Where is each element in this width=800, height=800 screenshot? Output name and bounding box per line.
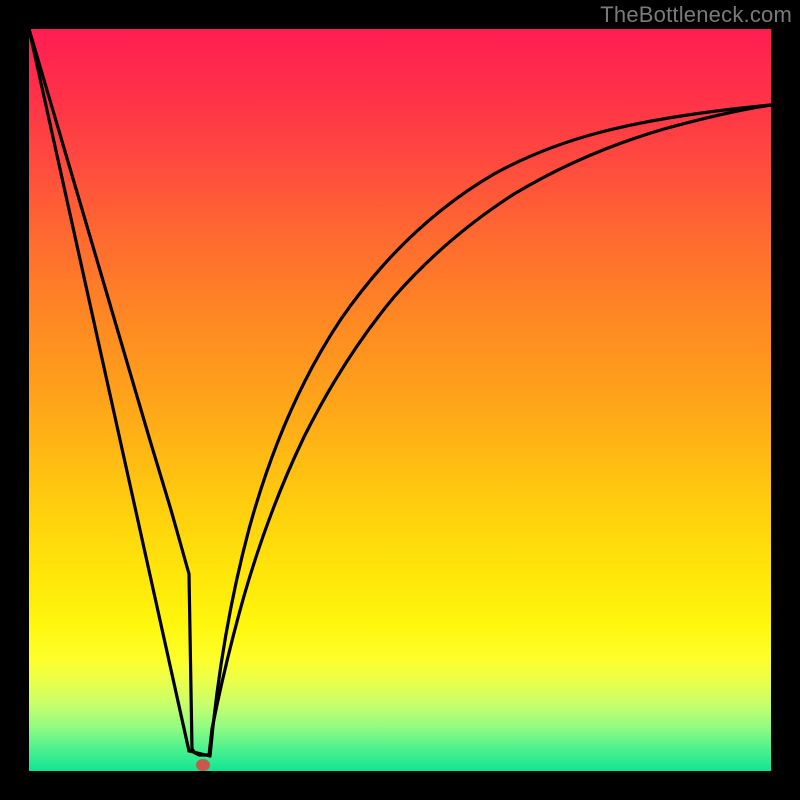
plot-area (29, 29, 771, 771)
chart-frame: TheBottleneck.com (0, 0, 800, 800)
curve-path (29, 29, 771, 755)
curve-left (29, 29, 189, 751)
bottleneck-curve (29, 29, 771, 771)
min-marker (196, 759, 210, 771)
curve-right (210, 105, 771, 756)
bottleneck-curve-clean (29, 29, 771, 771)
watermark-text: TheBottleneck.com (600, 2, 792, 28)
curve-bottom (189, 751, 210, 756)
